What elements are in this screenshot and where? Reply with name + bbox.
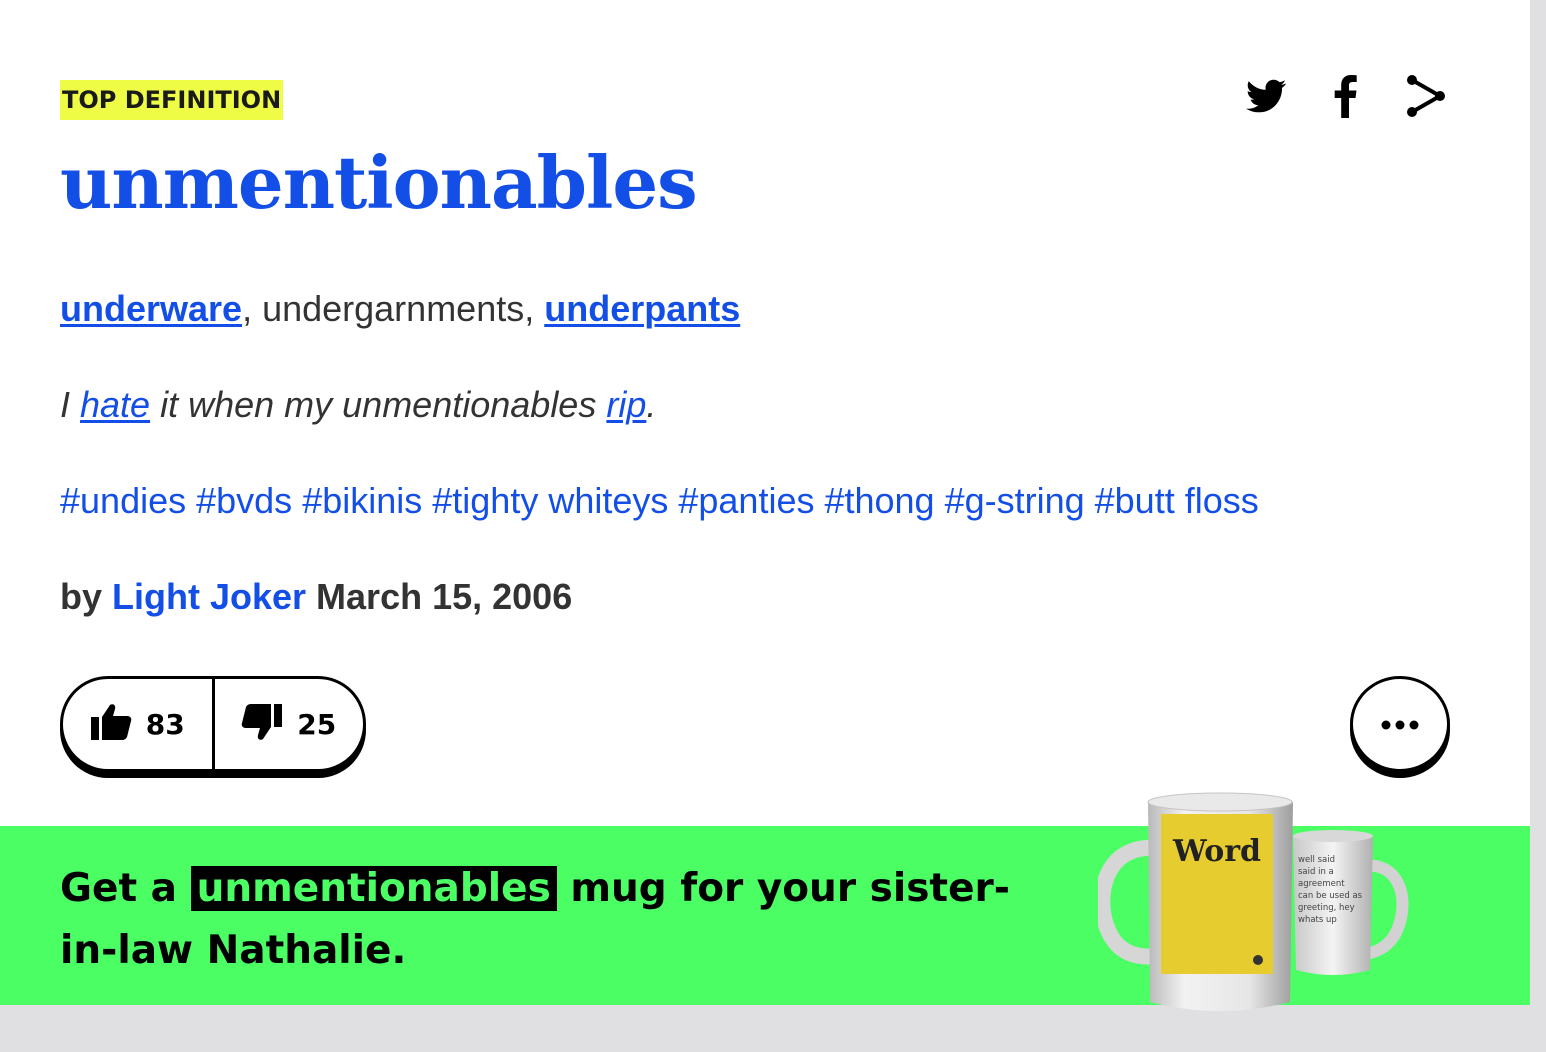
tag-link[interactable]: #panties [678,480,814,521]
mug-back-line: agreement [1298,879,1345,889]
upvote-button[interactable]: 83 [63,679,212,769]
example-post: . [646,384,657,425]
thumbs-up-icon [90,702,132,746]
upvote-count: 83 [145,707,185,741]
downvote-button[interactable]: 25 [211,679,364,769]
share-icon[interactable] [1402,72,1450,120]
meaning-link-underpants[interactable]: underpants [544,288,740,329]
mug-back-line: whats up [1298,915,1337,925]
twitter-icon[interactable] [1242,72,1290,120]
mug-back-line: can be used as [1298,891,1363,901]
more-options-button[interactable] [1350,676,1450,772]
tag-link[interactable]: #thong [824,480,934,521]
byline: by Light Joker March 15, 2006 [60,576,572,618]
word-title-link[interactable]: unmentionables [60,140,698,225]
tag-link[interactable]: #bikinis [302,480,422,521]
ellipsis-icon [1380,715,1420,734]
tag-list: #undies #bvds #bikinis #tighty whiteys #pant… [60,480,1269,522]
downvote-count: 25 [297,707,337,741]
tag-link[interactable]: #tighty whiteys [432,480,668,521]
example-link-rip[interactable]: rip [606,384,646,425]
share-bar [1242,72,1450,120]
byline-date: March 15, 2006 [306,576,573,617]
byline-by: by [60,576,113,617]
tag-link[interactable]: #bvds [196,480,292,521]
tag-link[interactable]: #undies [60,480,186,521]
mug-back-text: well said said in a agreement can be use… [1298,854,1368,926]
example-text: I hate it when my unmentionables rip. [60,384,656,426]
thumbs-down-icon [241,702,283,746]
facebook-icon[interactable] [1322,72,1370,120]
top-definition-label: TOP DEFINITION [60,80,284,120]
example-mid: it when my unmentionables [150,384,607,425]
promo-word-highlight: unmentionables [190,866,557,911]
mug-product-image[interactable]: Word well said said in a agreement can b… [1094,788,1418,1018]
example-link-hate[interactable]: hate [80,384,150,425]
tag-link[interactable]: #butt floss [1095,480,1259,521]
meaning-text: underware, undergarnments, underpants [60,288,740,330]
vote-buttons: 83 25 [60,676,366,772]
example-pre: I [60,384,81,425]
mug-front-label: Word [1172,834,1262,869]
author-link[interactable]: Light Joker [112,576,306,617]
promo-text: Get a unmentionables mug for your sister… [60,858,1060,982]
promo-text-pre: Get a [60,866,191,911]
mug-back-line: greeting, hey [1298,903,1355,913]
mug-back-line: said in a [1298,867,1334,877]
meaning-link-underware[interactable]: underware [60,288,242,329]
meaning-plain-text: , undergarnments, [242,288,545,329]
mug-back-line: well said [1298,855,1336,865]
tag-link[interactable]: #g-string [945,480,1085,521]
